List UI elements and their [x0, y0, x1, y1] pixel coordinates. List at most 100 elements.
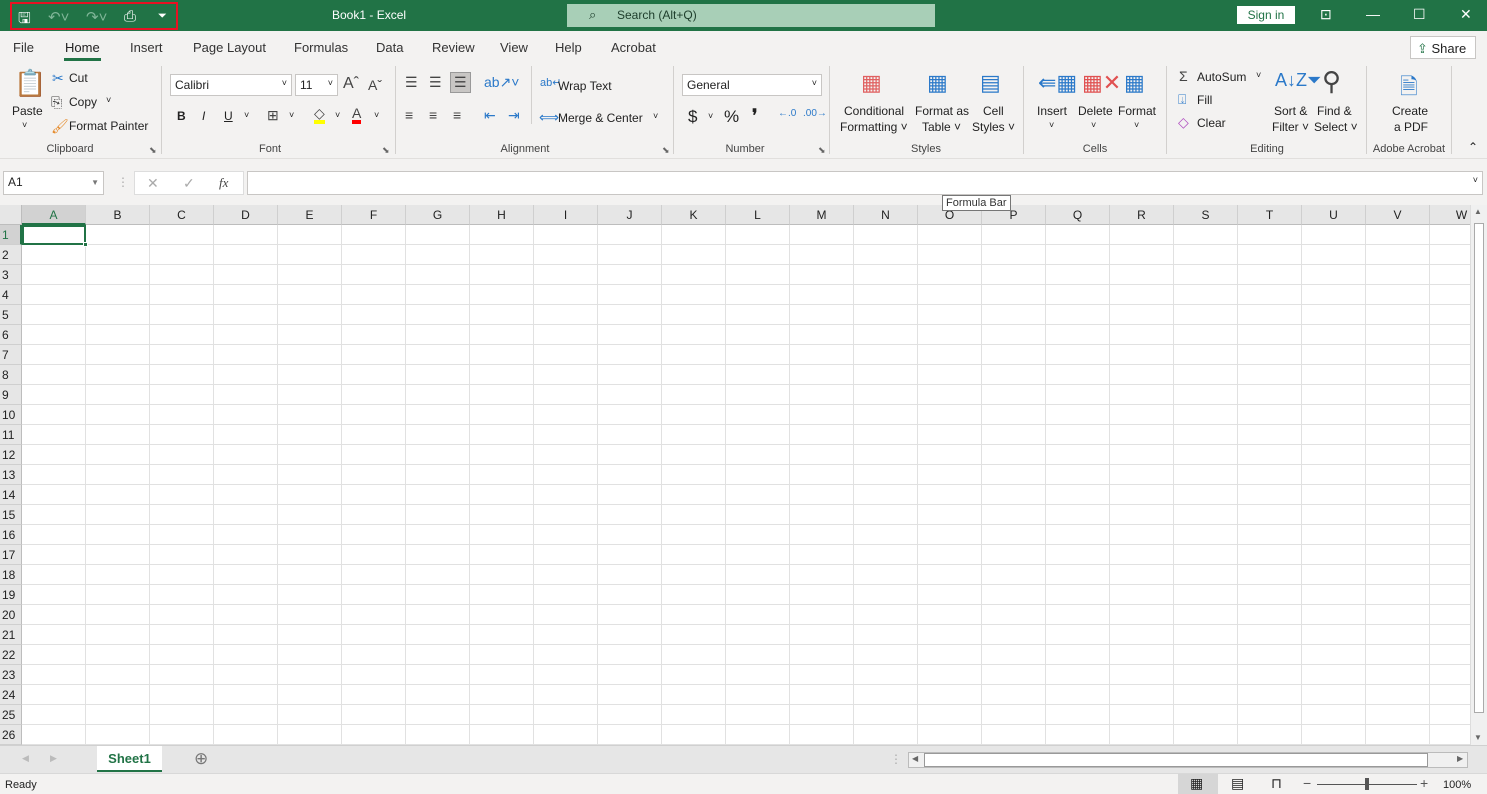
- cell-H4[interactable]: [470, 285, 534, 305]
- cell-P11[interactable]: [982, 425, 1046, 445]
- cell-K13[interactable]: [662, 465, 726, 485]
- cell-E16[interactable]: [278, 525, 342, 545]
- cell-L1[interactable]: [726, 225, 790, 245]
- cell-I24[interactable]: [534, 685, 598, 705]
- cell-P17[interactable]: [982, 545, 1046, 565]
- cell-I20[interactable]: [534, 605, 598, 625]
- cell-P16[interactable]: [982, 525, 1046, 545]
- cell-B6[interactable]: [86, 325, 150, 345]
- cell-K25[interactable]: [662, 705, 726, 725]
- tab-insert[interactable]: Insert: [130, 40, 163, 55]
- cell-O20[interactable]: [918, 605, 982, 625]
- cell-W14[interactable]: [1430, 485, 1470, 505]
- cell-D19[interactable]: [214, 585, 278, 605]
- cell-N3[interactable]: [854, 265, 918, 285]
- cell-W20[interactable]: [1430, 605, 1470, 625]
- page-break-view-icon[interactable]: ⊓: [1271, 775, 1282, 792]
- cell-V14[interactable]: [1366, 485, 1430, 505]
- cell-Q25[interactable]: [1046, 705, 1110, 725]
- cell-W3[interactable]: [1430, 265, 1470, 285]
- number-format-select[interactable]: General ˅: [682, 74, 822, 96]
- fill-button[interactable]: Fill: [1197, 93, 1212, 107]
- cell-C6[interactable]: [150, 325, 214, 345]
- cell-G6[interactable]: [406, 325, 470, 345]
- cell-H25[interactable]: [470, 705, 534, 725]
- tab-view[interactable]: View: [500, 40, 528, 55]
- cell-B23[interactable]: [86, 665, 150, 685]
- cell-H2[interactable]: [470, 245, 534, 265]
- cell-R26[interactable]: [1110, 725, 1174, 745]
- cell-O21[interactable]: [918, 625, 982, 645]
- column-header-t[interactable]: T: [1238, 205, 1302, 225]
- cell-A5[interactable]: [22, 305, 86, 325]
- row-header-23[interactable]: 23: [0, 665, 22, 685]
- column-header-n[interactable]: N: [854, 205, 918, 225]
- cell-I11[interactable]: [534, 425, 598, 445]
- cell-R20[interactable]: [1110, 605, 1174, 625]
- cell-M11[interactable]: [790, 425, 854, 445]
- cut-button[interactable]: Cut: [69, 71, 88, 85]
- cell-K3[interactable]: [662, 265, 726, 285]
- cell-F20[interactable]: [342, 605, 406, 625]
- cell-P13[interactable]: [982, 465, 1046, 485]
- cell-G22[interactable]: [406, 645, 470, 665]
- cell-F4[interactable]: [342, 285, 406, 305]
- cell-C26[interactable]: [150, 725, 214, 745]
- cell-W19[interactable]: [1430, 585, 1470, 605]
- column-header-c[interactable]: C: [150, 205, 214, 225]
- cell-B10[interactable]: [86, 405, 150, 425]
- cell-U18[interactable]: [1302, 565, 1366, 585]
- cell-B9[interactable]: [86, 385, 150, 405]
- row-header-10[interactable]: 10: [0, 405, 22, 425]
- cell-I22[interactable]: [534, 645, 598, 665]
- cell-P25[interactable]: [982, 705, 1046, 725]
- cell-V4[interactable]: [1366, 285, 1430, 305]
- minimize-button[interactable]: —: [1366, 6, 1380, 22]
- cell-P24[interactable]: [982, 685, 1046, 705]
- cell-N11[interactable]: [854, 425, 918, 445]
- cell-K20[interactable]: [662, 605, 726, 625]
- column-header-s[interactable]: S: [1174, 205, 1238, 225]
- borders-icon[interactable]: ⊞: [267, 107, 279, 124]
- cell-E19[interactable]: [278, 585, 342, 605]
- tab-data[interactable]: Data: [376, 40, 403, 55]
- cell-B7[interactable]: [86, 345, 150, 365]
- cell-O5[interactable]: [918, 305, 982, 325]
- tab-page-layout[interactable]: Page Layout: [193, 40, 266, 55]
- cell-V24[interactable]: [1366, 685, 1430, 705]
- cell-D18[interactable]: [214, 565, 278, 585]
- cell-Q17[interactable]: [1046, 545, 1110, 565]
- cell-H23[interactable]: [470, 665, 534, 685]
- cell-P8[interactable]: [982, 365, 1046, 385]
- cell-R24[interactable]: [1110, 685, 1174, 705]
- cell-H15[interactable]: [470, 505, 534, 525]
- cell-T21[interactable]: [1238, 625, 1302, 645]
- row-header-13[interactable]: 13: [0, 465, 22, 485]
- cell-O26[interactable]: [918, 725, 982, 745]
- cell-R14[interactable]: [1110, 485, 1174, 505]
- cell-A23[interactable]: [22, 665, 86, 685]
- cell-V1[interactable]: [1366, 225, 1430, 245]
- cell-I10[interactable]: [534, 405, 598, 425]
- cell-Q14[interactable]: [1046, 485, 1110, 505]
- cell-G2[interactable]: [406, 245, 470, 265]
- font-color-icon[interactable]: A: [352, 106, 362, 124]
- search-input[interactable]: ⌕ Search (Alt+Q): [567, 4, 935, 27]
- cell-A4[interactable]: [22, 285, 86, 305]
- cell-N21[interactable]: [854, 625, 918, 645]
- cell-I15[interactable]: [534, 505, 598, 525]
- cell-T5[interactable]: [1238, 305, 1302, 325]
- cell-F13[interactable]: [342, 465, 406, 485]
- font-size-select[interactable]: 11 ˅: [295, 74, 338, 96]
- cell-O12[interactable]: [918, 445, 982, 465]
- cell-J20[interactable]: [598, 605, 662, 625]
- cell-W4[interactable]: [1430, 285, 1470, 305]
- format-dropdown-icon[interactable]: ˅: [1134, 120, 1139, 130]
- cell-S15[interactable]: [1174, 505, 1238, 525]
- cell-P10[interactable]: [982, 405, 1046, 425]
- share-button[interactable]: ⇪ Share: [1410, 36, 1476, 59]
- cell-F17[interactable]: [342, 545, 406, 565]
- cell-A12[interactable]: [22, 445, 86, 465]
- cell-U25[interactable]: [1302, 705, 1366, 725]
- scroll-up-icon[interactable]: ▲: [1474, 207, 1482, 216]
